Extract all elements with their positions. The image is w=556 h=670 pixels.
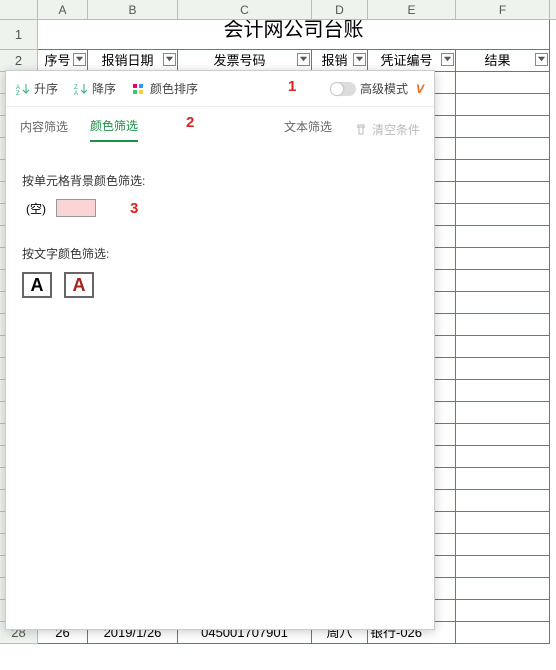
empty-label[interactable]: (空) <box>26 200 46 217</box>
cell[interactable] <box>456 490 550 512</box>
cell[interactable] <box>456 182 550 204</box>
cell[interactable] <box>456 446 550 468</box>
cell[interactable] <box>456 468 550 490</box>
col-C[interactable]: C <box>178 0 312 19</box>
font-color-filter-label: 按文字颜色筛选: <box>22 245 418 262</box>
cell[interactable] <box>456 380 550 402</box>
cell[interactable] <box>456 72 550 94</box>
clear-conditions-button[interactable]: 清空条件 <box>354 121 420 138</box>
cell[interactable] <box>456 358 550 380</box>
col-B[interactable]: B <box>88 0 178 19</box>
cell[interactable] <box>456 292 550 314</box>
filter-icon[interactable] <box>163 53 176 66</box>
cell[interactable] <box>456 138 550 160</box>
cell[interactable] <box>456 600 550 622</box>
bg-color-filter-label: 按单元格背景颜色筛选: <box>22 172 418 189</box>
cell[interactable] <box>456 270 550 292</box>
filter-popup: AZ 升序 ZA 降序 颜色排序 高级模式 V 内容筛选 颜色筛选 文本筛选 清… <box>5 70 435 630</box>
font-color-black[interactable]: A <box>22 272 52 298</box>
svg-text:Z: Z <box>16 91 20 96</box>
cell[interactable] <box>456 424 550 446</box>
tab-color-filter[interactable]: 颜色筛选 <box>90 117 138 142</box>
font-color-red[interactable]: A <box>64 272 94 298</box>
col-D[interactable]: D <box>312 0 368 19</box>
cell[interactable] <box>456 226 550 248</box>
col-A[interactable]: A <box>38 0 88 19</box>
color-sort-button[interactable]: 颜色排序 <box>132 80 198 97</box>
cell[interactable] <box>456 94 550 116</box>
cell[interactable] <box>456 336 550 358</box>
sort-asc-button[interactable]: AZ 升序 <box>16 80 58 97</box>
cell[interactable] <box>456 248 550 270</box>
rownum-1[interactable]: 1 <box>0 20 38 50</box>
cell[interactable] <box>456 402 550 424</box>
sort-desc-button[interactable]: ZA 降序 <box>74 80 116 97</box>
switch-icon <box>330 82 356 96</box>
filter-icon[interactable] <box>73 53 86 66</box>
vip-icon: V <box>416 82 424 96</box>
tab-text-filter[interactable]: 文本筛选 <box>284 118 332 141</box>
cell[interactable] <box>456 160 550 182</box>
cell[interactable] <box>456 314 550 336</box>
cell[interactable] <box>456 556 550 578</box>
rownum-2[interactable]: 2 <box>0 50 38 72</box>
filter-icon[interactable] <box>441 53 454 66</box>
cell[interactable] <box>456 578 550 600</box>
trash-icon <box>354 123 368 137</box>
cell-F28[interactable] <box>456 622 550 644</box>
filter-icon[interactable] <box>353 53 366 66</box>
tab-content-filter[interactable]: 内容筛选 <box>20 118 68 141</box>
col-F[interactable]: F <box>456 0 550 19</box>
col-E[interactable]: E <box>368 0 456 19</box>
header-seq[interactable]: 序号 <box>38 50 88 72</box>
cell[interactable] <box>456 534 550 556</box>
column-headers: A B C D E F <box>0 0 556 20</box>
header-date[interactable]: 报销日期 <box>88 50 178 72</box>
header-invoice[interactable]: 发票号码 <box>178 50 312 72</box>
advanced-mode-toggle[interactable]: 高级模式 V <box>330 80 424 97</box>
title-cell[interactable]: 会计网公司台账 <box>38 20 550 50</box>
cell[interactable] <box>456 512 550 534</box>
cell[interactable] <box>456 116 550 138</box>
bg-color-swatch-pink[interactable] <box>56 199 96 217</box>
header-voucher[interactable]: 凭证编号 <box>368 50 456 72</box>
filter-icon[interactable] <box>297 53 310 66</box>
header-result[interactable]: 结果 <box>456 50 550 72</box>
header-reimb[interactable]: 报销 <box>312 50 368 72</box>
filter-icon[interactable] <box>535 53 548 66</box>
svg-text:A: A <box>74 91 78 96</box>
cell[interactable] <box>456 204 550 226</box>
